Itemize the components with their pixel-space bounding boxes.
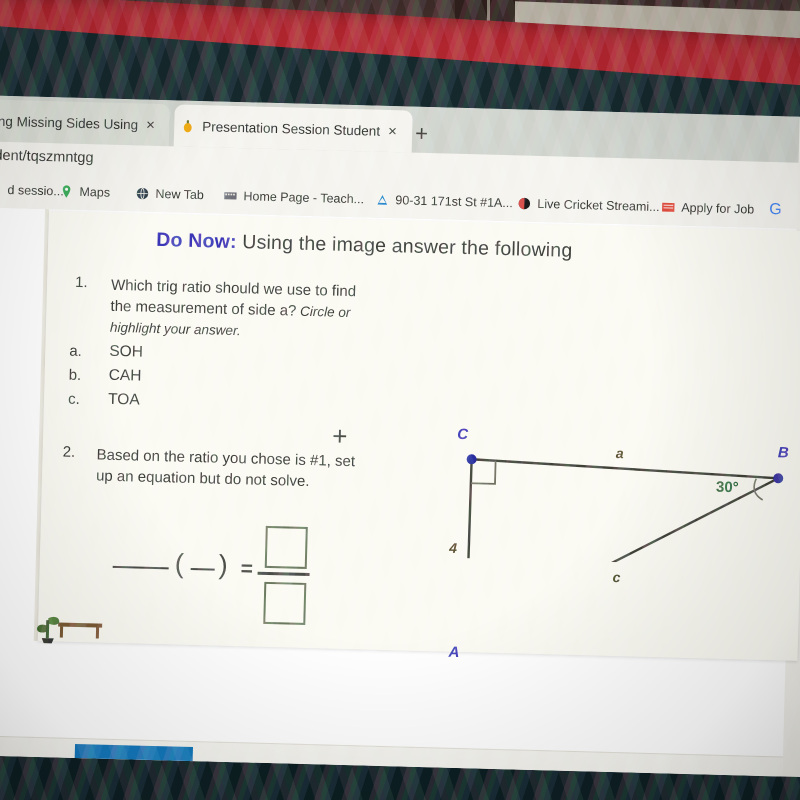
question-1-line1: Which trig ratio should we use to find — [110, 276, 357, 301]
question-1-text: Which trig ratio should we use to find t… — [110, 275, 442, 347]
bookmark-item-3[interactable]: Home Page - Teach... — [223, 184, 364, 212]
triangle-side-b — [464, 459, 473, 567]
vertex-label-c: C — [457, 425, 469, 444]
question-1-line2: the measurement of side a? — [110, 297, 297, 320]
red-square-icon — [661, 200, 675, 214]
taskbar-active-window[interactable] — [74, 743, 194, 778]
bookmark-item-4[interactable]: 90-31 171st St #1A... — [375, 188, 513, 216]
address-bar-input[interactable]: dent/tqszmntgg — [0, 148, 94, 167]
nearpod-icon — [180, 118, 195, 133]
question-2-line1: Based on the ratio you chose is #1, set — [96, 446, 356, 471]
side-label-c: c — [612, 568, 621, 586]
triangle-svg — [464, 454, 784, 567]
browser-tab-1[interactable]: Presentation Session Student × — [173, 104, 413, 153]
question-2-line2: up an equation but do not solve. — [95, 467, 310, 491]
equation-denominator-box[interactable] — [263, 581, 307, 625]
question-1-emphasis: Circle or — [296, 303, 351, 321]
angle-label-30: 30° — [715, 478, 739, 497]
bookmark-item-2[interactable]: New Tab — [135, 181, 204, 207]
slide-heading-strong: Do Now: — [155, 228, 237, 254]
bookmark-item-5-label: Live Cricket Streami... — [537, 196, 660, 215]
maps-pin-icon — [59, 184, 73, 198]
camera-photo-of-laptop: ding Missing Sides Using × Presentation … — [0, 0, 800, 800]
vertex-label-b: B — [777, 444, 789, 462]
right-triangle-diagram: C B A a 4 c 30° — [418, 307, 800, 661]
browser-tab-0-label: ding Missing Sides Using — [0, 112, 139, 132]
triangle-side-a — [471, 458, 779, 480]
equation-paren-close: ) — [218, 549, 229, 580]
equation-paren-open: ( — [174, 548, 185, 579]
vertex-label-a: A — [448, 643, 460, 661]
new-tab-button[interactable]: + — [415, 121, 429, 146]
bookmark-item-1[interactable]: Maps — [59, 179, 110, 204]
choice-b-text[interactable]: CAH — [108, 367, 141, 386]
bookmark-item-6[interactable]: Apply for Job — [661, 195, 755, 221]
equation-numerator-box[interactable] — [264, 525, 308, 569]
page-icon — [0, 182, 2, 196]
question-2-number: 2. — [62, 443, 76, 461]
zillow-icon — [375, 193, 389, 207]
laptop-screen: ding Missing Sides Using × Presentation … — [0, 95, 800, 778]
question-1-emphasis-line2: highlight your answer. — [109, 319, 241, 339]
browser-tab-0-close-icon[interactable]: × — [146, 116, 155, 133]
bookmark-item-2-label: New Tab — [155, 186, 205, 203]
bookmark-item-0-label: d sessio... — [7, 183, 64, 199]
cricket-icon — [517, 196, 531, 210]
vertex-c-dot — [466, 454, 477, 465]
question-2-text: Based on the ratio you chose is #1, set … — [96, 444, 427, 495]
equation-equals: = — [240, 557, 254, 581]
bookmark-item-6-label: Apply for Job — [681, 200, 755, 217]
equation-blank-left[interactable] — [112, 565, 169, 570]
choice-b-letter: b. — [68, 366, 82, 385]
google-icon: G — [769, 200, 782, 219]
bookmark-item-3-label: Home Page - Teach... — [243, 189, 365, 207]
question-1-number: 1. — [74, 273, 88, 292]
taskbar-item-edge[interactable] — [0, 767, 17, 778]
answer-equation: ( ) = — [112, 525, 374, 625]
choice-c-text[interactable]: TOA — [108, 391, 140, 410]
equation-blank-inner[interactable] — [190, 567, 215, 571]
bookmark-item-1-label: Maps — [79, 184, 111, 200]
plant-on-table-icon — [34, 612, 105, 646]
bookmark-item-4-label: 90-31 171st St #1A... — [395, 193, 513, 211]
teach-icon — [223, 189, 237, 203]
globe-icon — [135, 186, 149, 200]
browser-tab-0[interactable]: ding Missing Sides Using × — [0, 98, 170, 147]
choice-c-letter: c. — [67, 390, 80, 408]
bookmark-item-0[interactable]: d sessio... — [0, 177, 64, 203]
vertex-b-dot — [773, 473, 784, 484]
crosshair-cursor: + — [331, 420, 348, 451]
equation-fraction-bar — [257, 571, 310, 576]
choice-a-text[interactable]: SOH — [109, 343, 143, 362]
choice-a-letter: a. — [69, 342, 83, 361]
side-label-4: 4 — [449, 539, 458, 556]
browser-tab-1-close-icon[interactable]: × — [388, 122, 397, 139]
side-label-a: a — [615, 445, 624, 462]
bookmark-item-5[interactable]: Live Cricket Streami... — [517, 191, 660, 219]
right-angle-marker — [470, 460, 497, 485]
bookmark-item-7[interactable]: G — [769, 198, 782, 222]
browser-tab-1-label: Presentation Session Student — [202, 118, 381, 139]
